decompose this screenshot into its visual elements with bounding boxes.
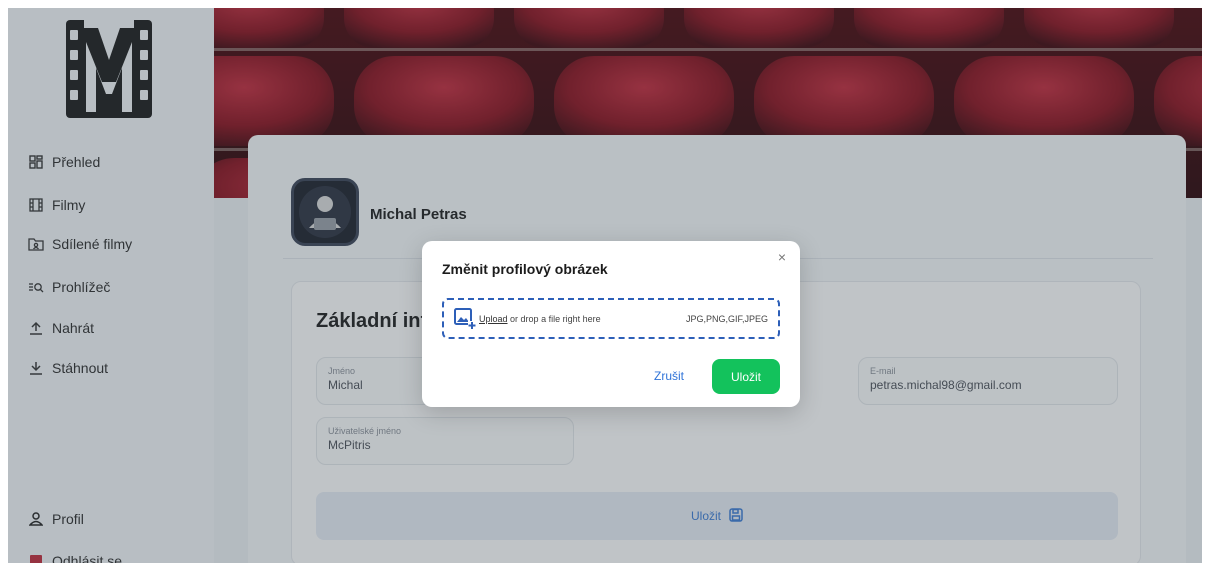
dropzone-hint: or drop a file right here: [510, 313, 601, 324]
upload-link[interactable]: Upload: [479, 314, 508, 324]
image-upload-icon: [454, 307, 476, 330]
dropzone-text: Upload or drop a file right here: [479, 314, 601, 324]
cancel-button[interactable]: Zrušit: [654, 369, 684, 383]
modal-title: Změnit profilový obrázek: [442, 261, 608, 277]
change-avatar-modal: Změnit profilový obrázek × Upload or dro…: [422, 241, 800, 407]
file-dropzone[interactable]: Upload or drop a file right here JPG,PNG…: [442, 298, 780, 339]
file-types: JPG,PNG,GIF,JPEG: [685, 313, 768, 324]
save-button[interactable]: Uložit: [712, 359, 780, 394]
close-icon[interactable]: ×: [775, 250, 789, 264]
